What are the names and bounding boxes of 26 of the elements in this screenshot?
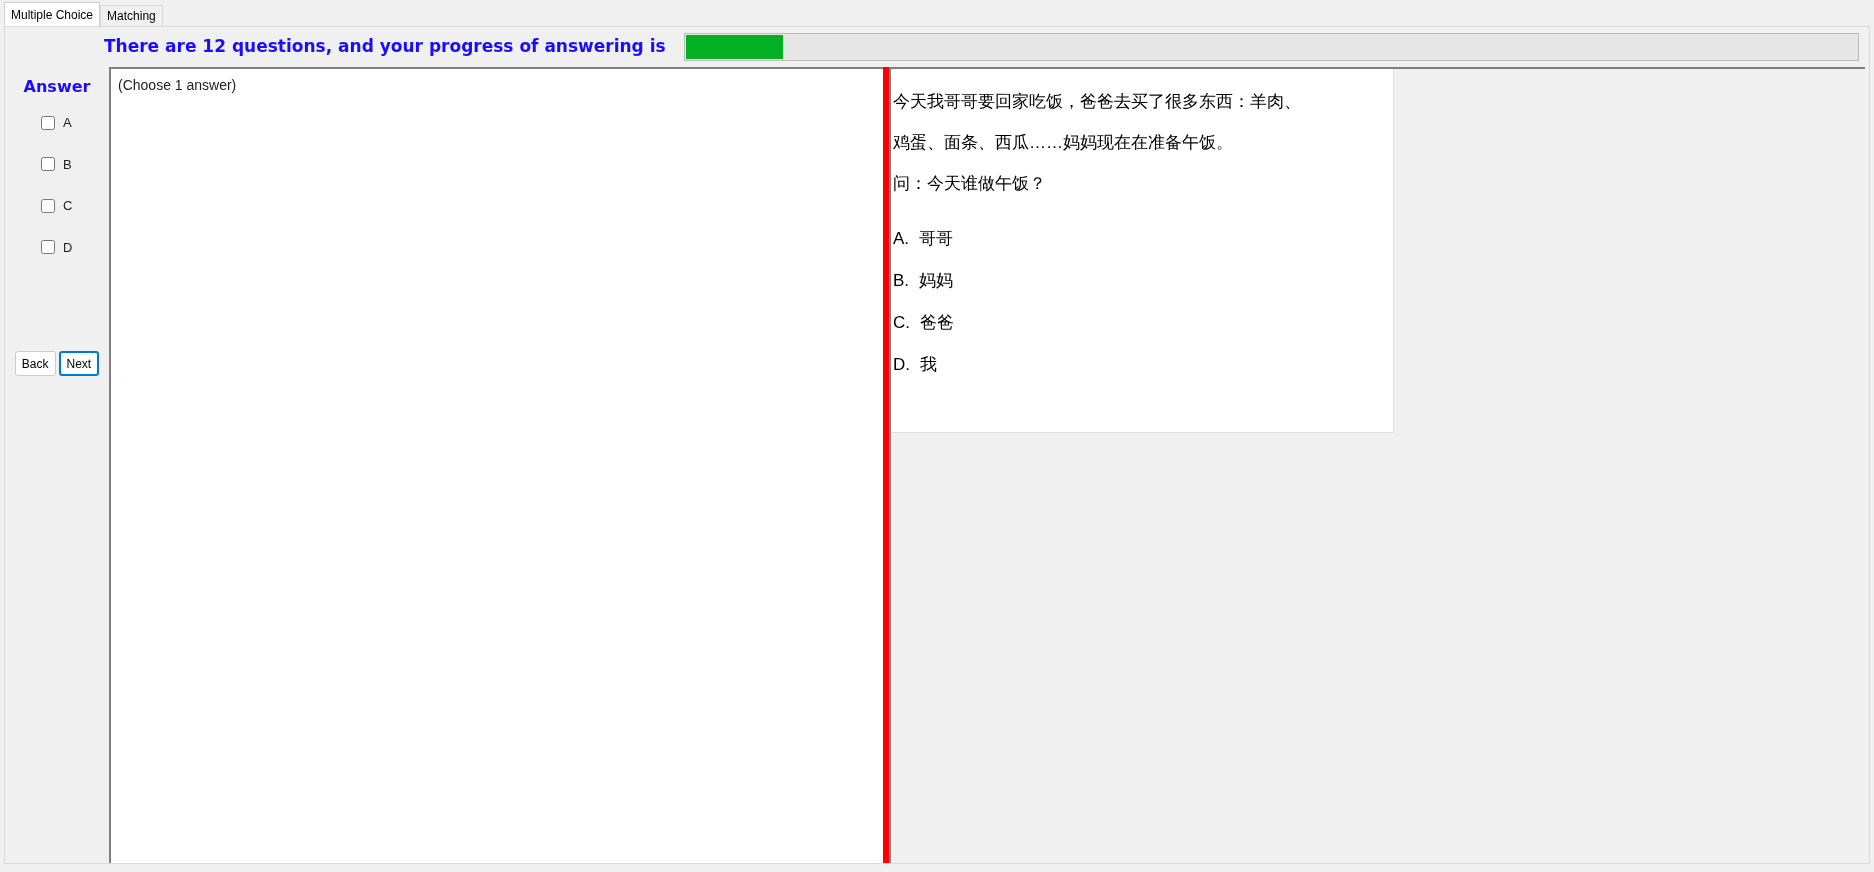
answer-checkbox[interactable] [41, 157, 55, 172]
progress-label: There are 12 questions, and your progress of answering is [104, 35, 666, 59]
choice-letter: B. [893, 270, 910, 293]
answer-title: Answer [23, 76, 91, 98]
tab[interactable]: Multiple Choice [4, 2, 101, 26]
choice-text: 爸爸 [920, 312, 954, 335]
option-label: B [63, 155, 72, 174]
tab[interactable]: Matching [100, 5, 163, 26]
answer-checkbox[interactable] [41, 198, 55, 213]
choice-text: 妈妈 [919, 270, 954, 293]
option-label: D [63, 238, 73, 257]
back-button[interactable]: Back [14, 351, 56, 376]
choice-letter: A. [893, 228, 910, 251]
option-label: A [63, 114, 72, 132]
choice-text: 哥哥 [919, 228, 954, 251]
choice-letter: C. [893, 312, 910, 335]
passage-text: 问：今天谁做午饭？ [893, 173, 1047, 195]
answer-checkbox[interactable] [41, 240, 55, 255]
choice-text: 我 [920, 354, 937, 377]
choice-letter: D. [893, 354, 910, 377]
next-button[interactable]: Next [58, 351, 100, 376]
passage-text: 今天我哥哥要回家吃饭，爸爸去买了很多东西：羊肉、 [893, 91, 1302, 113]
option-label: C [63, 197, 73, 215]
instruction-text: (Choose 1 answer) [118, 77, 237, 93]
answer-checkbox[interactable] [41, 115, 55, 130]
passage-text: 鸡蛋、面条、西瓜……妈妈现在在准备午饭。 [893, 132, 1234, 154]
